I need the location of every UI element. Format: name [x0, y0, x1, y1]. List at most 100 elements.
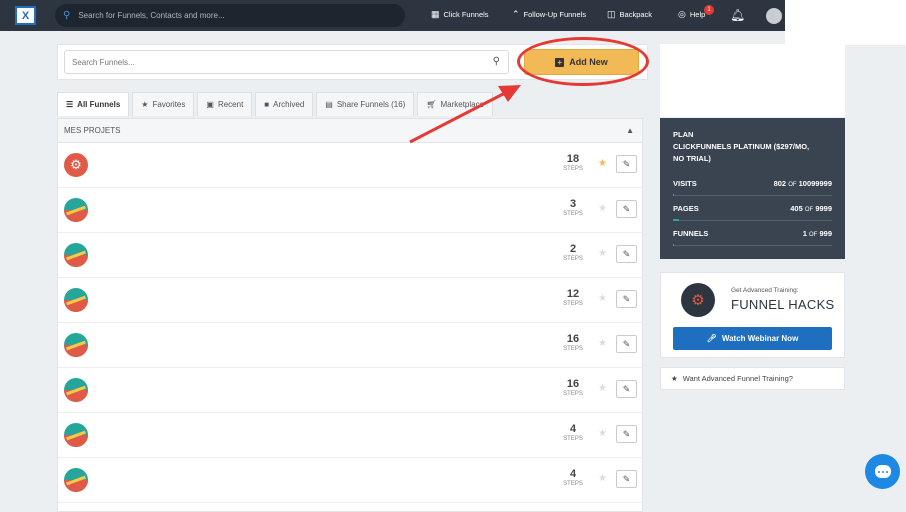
collapse-caret-icon[interactable]: ▲: [626, 126, 634, 135]
advanced-training-link[interactable]: ★ Want Advanced Funnel Training?: [660, 367, 845, 390]
step-count: 12 STEPS: [558, 288, 588, 307]
funnel-favicon-icon: ⚙: [64, 153, 88, 177]
double-chevron-up-icon: ⌃: [512, 9, 520, 19]
usage-stat-value: 802 OF 10099999: [773, 178, 832, 188]
step-count-label: STEPS: [563, 391, 583, 397]
funnel-row[interactable]: 16 STEPS ★ ✎: [58, 368, 642, 413]
funnel-name[interactable]: [91, 413, 261, 457]
nav-backpack[interactable]: ◫ Backpack: [607, 9, 652, 20]
watch-webinar-button[interactable]: 🎤︎ Watch Webinar Now: [673, 327, 832, 350]
edit-funnel-button[interactable]: ✎: [616, 470, 637, 488]
favorite-star-icon[interactable]: ★: [598, 158, 607, 169]
funnel-chart-icon: [64, 243, 88, 267]
funnel-list: MES PROJETS ▲ ⚙ 18 STEPS ★ ✎ 3 STEPS ★ ✎ 2 STEPS ★ ✎…: [57, 118, 643, 512]
edit-funnel-button[interactable]: ✎: [616, 380, 637, 398]
usage-stat-label: PAGES: [673, 203, 699, 213]
tab-share-funnels[interactable]: ▤ Share Funnels (16): [316, 92, 415, 116]
favorite-star-icon[interactable]: ★: [598, 383, 607, 394]
funnel-name[interactable]: [91, 458, 261, 502]
funnel-row[interactable]: 3 STEPS ★ ✎: [58, 188, 642, 233]
funnel-search[interactable]: ⚲: [64, 50, 509, 74]
favorite-star-icon[interactable]: ★: [598, 428, 607, 439]
promo-banner-area: [660, 44, 845, 117]
group-header[interactable]: MES PROJETS ▲: [58, 119, 642, 143]
edit-funnel-button[interactable]: ✎: [616, 290, 637, 308]
group-title: MES PROJETS: [64, 126, 121, 135]
funnel-row[interactable]: 4 STEPS ★ ✎: [58, 458, 642, 503]
funnel-row[interactable]: 12 STEPS ★ ✎: [58, 278, 642, 323]
microphone-icon: 🎤︎: [706, 334, 717, 343]
edit-funnel-button[interactable]: ✎: [616, 335, 637, 353]
nav-follow-up-funnels[interactable]: ⌃ Follow-Up Funnels: [512, 9, 586, 20]
funnel-name[interactable]: [91, 188, 261, 232]
favorite-star-icon[interactable]: ★: [598, 338, 607, 349]
step-count-number: 4: [569, 468, 577, 480]
step-count: 16 STEPS: [558, 333, 588, 352]
funnel-name[interactable]: [91, 323, 261, 367]
tab-recent[interactable]: ▣ Recent: [197, 92, 253, 116]
edit-funnel-button[interactable]: ✎: [616, 155, 637, 173]
top-navbar: X ⚲ ▦ Click Funnels ⌃ Follow-Up Funnels …: [0, 0, 785, 31]
chat-widget-button[interactable]: [865, 454, 900, 489]
edit-funnel-button[interactable]: ✎: [616, 200, 637, 218]
funnel-name[interactable]: [91, 368, 261, 412]
global-search[interactable]: ⚲: [55, 4, 405, 27]
funnel-name[interactable]: [91, 233, 261, 277]
funnel-row[interactable]: 2 STEPS ★ ✎: [58, 233, 642, 278]
funnel-search-input[interactable]: [72, 57, 472, 67]
step-count-label: STEPS: [563, 436, 583, 442]
funnel-row[interactable]: 16 STEPS ★ ✎: [58, 323, 642, 368]
favorite-star-icon[interactable]: ★: [598, 248, 607, 259]
edit-icon: ✎: [622, 428, 631, 439]
nav-help[interactable]: ◎ Help: [678, 9, 705, 20]
step-count-number: 16: [566, 333, 580, 345]
nav-click-funnels[interactable]: ▦ Click Funnels: [431, 9, 489, 20]
edit-funnel-button[interactable]: ✎: [616, 245, 637, 263]
step-count-number: 4: [569, 423, 577, 435]
highlight-ellipse: [517, 37, 649, 86]
edit-funnel-button[interactable]: ✎: [616, 425, 637, 443]
step-count-number: 12: [566, 288, 580, 300]
bell-icon[interactable]: 🔔︎: [730, 8, 745, 22]
favorite-star-icon[interactable]: ★: [598, 473, 607, 484]
edit-icon: ✎: [622, 338, 631, 349]
funnel-name[interactable]: [91, 143, 261, 187]
tab-all-funnels[interactable]: ☰ All Funnels: [57, 92, 130, 116]
funnel-name[interactable]: [91, 278, 261, 322]
lifebuoy-icon: ◎: [678, 9, 686, 19]
favorite-star-icon[interactable]: ★: [598, 293, 607, 304]
step-count: 18 STEPS: [558, 153, 588, 172]
step-count-label: STEPS: [563, 346, 583, 352]
tab-favorites[interactable]: ★ Favorites: [132, 92, 195, 116]
edit-icon: ✎: [622, 248, 631, 259]
step-count-label: STEPS: [563, 256, 583, 262]
usage-stat-value: 1 OF 999: [802, 228, 832, 238]
step-count-label: STEPS: [563, 301, 583, 307]
star-icon: ★: [141, 100, 149, 109]
funnel-chart-icon: [64, 378, 88, 402]
step-count-label: STEPS: [563, 481, 583, 487]
star-icon: ★: [671, 374, 678, 383]
funnel-row[interactable]: 4 STEPS ★ ✎: [58, 413, 642, 458]
edit-icon: ✎: [622, 203, 631, 214]
usage-stat-pages: PAGES 405 OF 9999: [673, 196, 832, 221]
step-count: 3 STEPS: [558, 198, 588, 217]
edit-icon: ✎: [622, 158, 631, 169]
clickfunnels-logo[interactable]: X: [15, 6, 36, 25]
promo-pre-title: Get Advanced Training:: [731, 287, 799, 294]
step-count-number: 2: [569, 243, 577, 255]
avatar[interactable]: [766, 8, 782, 24]
step-count-label: STEPS: [563, 166, 583, 172]
step-count-number: 18: [566, 153, 580, 165]
funnel-row[interactable]: ⚙ 18 STEPS ★ ✎: [58, 143, 642, 188]
archive-icon: ■: [264, 100, 270, 109]
tab-marketplace[interactable]: 🛒︎ Marketplace: [417, 92, 494, 116]
chat-bubble-icon: [874, 465, 891, 478]
search-icon[interactable]: ⚲: [493, 56, 500, 67]
usage-stat-label: FUNNELS: [673, 228, 709, 238]
favorite-star-icon[interactable]: ★: [598, 203, 607, 214]
tab-archived[interactable]: ■ Archived: [255, 92, 314, 116]
global-search-input[interactable]: [78, 11, 379, 20]
usage-stat-funnels: FUNNELS 1 OF 999: [673, 221, 832, 246]
funnel-hacks-gear-icon: ⚙: [681, 283, 715, 317]
